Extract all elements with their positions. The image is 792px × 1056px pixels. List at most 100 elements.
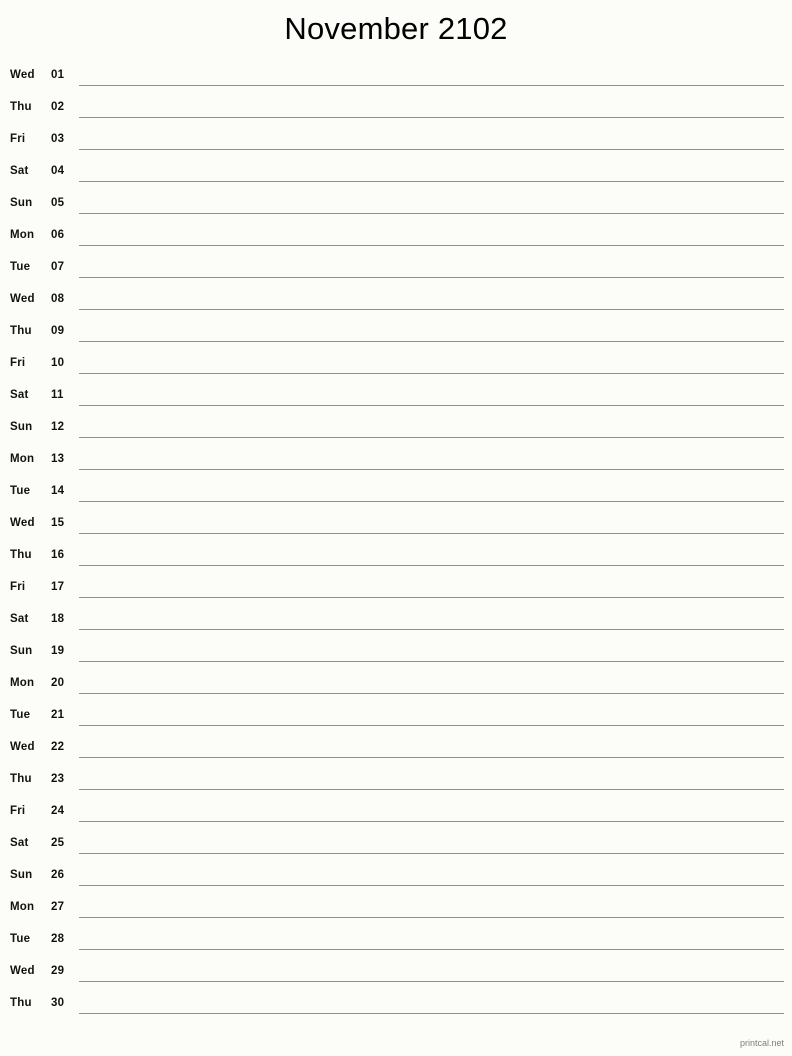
day-weekday-label: Sat [10, 837, 29, 849]
day-write-in-line[interactable] [79, 341, 784, 342]
day-weekday-label: Thu [10, 101, 32, 113]
day-weekday-label: Wed [10, 741, 35, 753]
day-number-label: 22 [51, 741, 65, 753]
day-weekday-label: Wed [10, 69, 35, 81]
day-write-in-line[interactable] [79, 213, 784, 214]
day-row: Tue 21 [0, 702, 792, 734]
day-write-in-line[interactable] [79, 853, 784, 854]
day-write-in-line[interactable] [79, 437, 784, 438]
day-write-in-line[interactable] [79, 309, 784, 310]
day-weekday-label: Sun [10, 197, 33, 209]
day-row: Wed 29 [0, 958, 792, 990]
footer-attribution: printcal.net [739, 1038, 784, 1048]
day-row: Mon 06 [0, 222, 792, 254]
day-write-in-line[interactable] [79, 565, 784, 566]
day-write-in-line[interactable] [79, 373, 784, 374]
day-number-label: 01 [51, 69, 65, 81]
day-write-in-line[interactable] [79, 917, 784, 918]
day-weekday-label: Sat [10, 389, 29, 401]
day-weekday-label: Wed [10, 293, 35, 305]
day-write-in-line[interactable] [79, 405, 784, 406]
day-weekday-label: Thu [10, 773, 32, 785]
day-weekday-label: Sat [10, 165, 29, 177]
day-weekday-label: Mon [10, 901, 35, 913]
day-write-in-line[interactable] [79, 501, 784, 502]
day-number-label: 08 [51, 293, 65, 305]
day-row: Tue 07 [0, 254, 792, 286]
day-row: Mon 20 [0, 670, 792, 702]
day-number-label: 06 [51, 229, 65, 241]
day-row: Mon 13 [0, 446, 792, 478]
day-number-label: 04 [51, 165, 65, 177]
day-weekday-label: Sat [10, 613, 29, 625]
day-row: Sun 19 [0, 638, 792, 670]
day-row: Thu 23 [0, 766, 792, 798]
day-write-in-line[interactable] [79, 661, 784, 662]
day-write-in-line[interactable] [79, 949, 784, 950]
day-write-in-line[interactable] [79, 277, 784, 278]
day-weekday-label: Thu [10, 997, 32, 1009]
day-number-label: 26 [51, 869, 65, 881]
calendar-page: November 2102 Wed 01 Thu 02 Fri 03 Sat 04 Sun 05 M… [0, 0, 792, 1056]
day-row: Thu 30 [0, 990, 792, 1022]
day-weekday-label: Tue [10, 485, 31, 497]
day-number-label: 17 [51, 581, 65, 593]
day-write-in-line[interactable] [79, 885, 784, 886]
day-write-in-line[interactable] [79, 117, 784, 118]
day-write-in-line[interactable] [79, 1013, 784, 1014]
day-weekday-label: Fri [10, 581, 26, 593]
day-write-in-line[interactable] [79, 469, 784, 470]
day-row: Sat 25 [0, 830, 792, 862]
day-weekday-label: Tue [10, 709, 31, 721]
day-weekday-label: Mon [10, 453, 35, 465]
day-write-in-line[interactable] [79, 789, 784, 790]
day-number-label: 03 [51, 133, 65, 145]
day-number-label: 27 [51, 901, 65, 913]
day-write-in-line[interactable] [79, 629, 784, 630]
day-number-label: 09 [51, 325, 65, 337]
page-title: November 2102 [284, 11, 508, 46]
day-weekday-label: Mon [10, 677, 35, 689]
day-number-label: 24 [51, 805, 65, 817]
day-weekday-label: Fri [10, 805, 26, 817]
day-write-in-line[interactable] [79, 149, 784, 150]
day-weekday-label: Tue [10, 261, 31, 273]
day-write-in-line[interactable] [79, 245, 784, 246]
day-number-label: 14 [51, 485, 65, 497]
day-row: Sat 11 [0, 382, 792, 414]
day-row: Mon 27 [0, 894, 792, 926]
day-weekday-label: Sun [10, 869, 33, 881]
day-row: Sun 26 [0, 862, 792, 894]
day-row: Fri 17 [0, 574, 792, 606]
day-row: Fri 24 [0, 798, 792, 830]
day-write-in-line[interactable] [79, 693, 784, 694]
day-number-label: 07 [51, 261, 65, 273]
day-number-label: 18 [51, 613, 65, 625]
day-row: Tue 28 [0, 926, 792, 958]
day-write-in-line[interactable] [79, 981, 784, 982]
day-row: Fri 10 [0, 350, 792, 382]
day-number-label: 16 [51, 549, 65, 561]
day-number-label: 25 [51, 837, 65, 849]
day-number-label: 30 [51, 997, 65, 1009]
day-row: Wed 15 [0, 510, 792, 542]
day-row: Thu 02 [0, 94, 792, 126]
day-row: Wed 08 [0, 286, 792, 318]
day-write-in-line[interactable] [79, 821, 784, 822]
day-row: Thu 16 [0, 542, 792, 574]
day-number-label: 13 [51, 453, 65, 465]
day-number-label: 20 [51, 677, 65, 689]
day-write-in-line[interactable] [79, 725, 784, 726]
day-row: Sun 05 [0, 190, 792, 222]
day-weekday-label: Fri [10, 357, 26, 369]
day-write-in-line[interactable] [79, 85, 784, 86]
day-write-in-line[interactable] [79, 181, 784, 182]
day-write-in-line[interactable] [79, 597, 784, 598]
day-weekday-label: Sun [10, 421, 33, 433]
day-weekday-label: Wed [10, 517, 35, 529]
day-list: Wed 01 Thu 02 Fri 03 Sat 04 Sun 05 Mon 06 Tue 07 Wed 08… [0, 62, 792, 1022]
day-row: Thu 09 [0, 318, 792, 350]
day-write-in-line[interactable] [79, 757, 784, 758]
day-row: Sat 04 [0, 158, 792, 190]
day-write-in-line[interactable] [79, 533, 784, 534]
